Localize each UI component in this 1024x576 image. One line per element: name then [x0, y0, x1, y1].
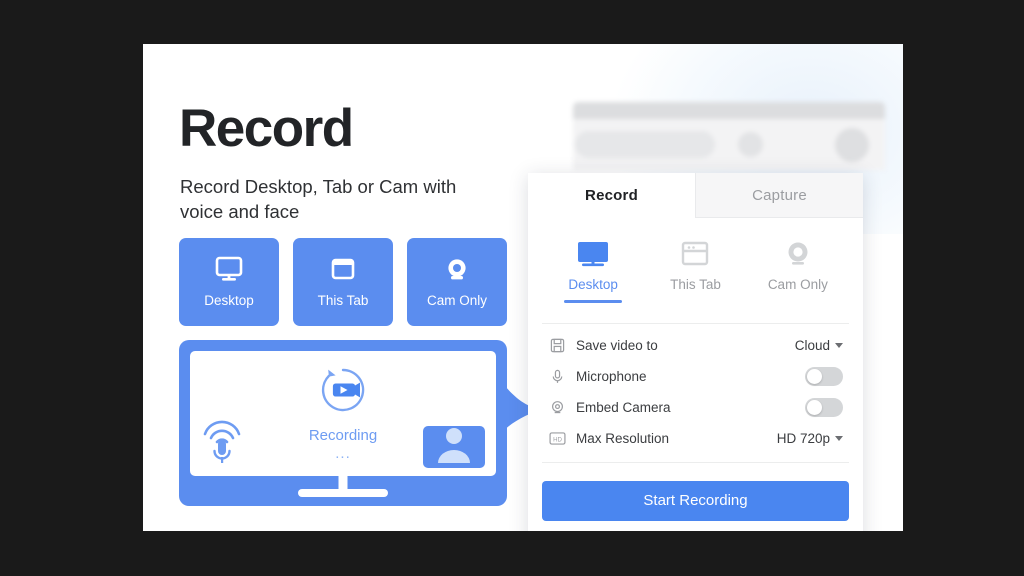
panel-tab-bar: Record Capture [528, 173, 863, 218]
setting-row-max-resolution[interactable]: HD Max Resolution HD 720p [542, 423, 849, 454]
video-camera-record-icon [317, 364, 369, 421]
panel-mode-label: Cam Only [767, 277, 828, 292]
content-card: Record Record Desktop, Tab or Cam with v… [143, 44, 903, 531]
recording-status-block: Recording ... [283, 364, 403, 462]
browser-profile-avatar [835, 128, 869, 162]
webcam-thumbnail [423, 426, 485, 468]
inactive-mode-underline [769, 300, 827, 303]
monitor-icon [214, 256, 244, 282]
save-target-dropdown[interactable]: Cloud [795, 338, 843, 353]
toggle-knob [807, 399, 822, 415]
page-subtitle: Record Desktop, Tab or Cam with voice an… [180, 176, 457, 223]
toggle-knob [807, 368, 822, 384]
browser-toolbar-dot [738, 132, 763, 157]
monitor-icon [576, 238, 610, 270]
browser-address-bar [575, 131, 715, 158]
start-recording-button[interactable]: Start Recording [542, 480, 849, 521]
setting-label: Microphone [576, 368, 647, 384]
panel-mode-desktop[interactable]: Desktop [542, 238, 644, 303]
active-mode-underline [564, 300, 623, 303]
microphone-waves-icon [201, 404, 243, 466]
webcam-icon [781, 238, 815, 270]
mode-card-label: This Tab [317, 293, 369, 308]
screenshot-canvas: Record Record Desktop, Tab or Cam with v… [0, 0, 1024, 576]
browser-titlebar [573, 102, 885, 119]
setting-label: Embed Camera [576, 399, 671, 415]
tab-capture-label: Capture [752, 186, 807, 204]
mode-card-label: Desktop [204, 293, 254, 308]
svg-text:HD: HD [553, 436, 562, 443]
setting-row-microphone[interactable]: Microphone [542, 361, 849, 392]
panel-mode-label: This Tab [670, 277, 721, 292]
hd-badge-icon: HD [546, 431, 568, 445]
recording-preview-illustration: Recording ... [179, 340, 507, 506]
tab-capture[interactable]: Capture [695, 173, 863, 217]
panel-mode-cam-only[interactable]: Cam Only [747, 238, 849, 303]
monitor-stand-base [298, 489, 388, 497]
setting-row-embed-camera[interactable]: Embed Camera [542, 392, 849, 423]
embed-camera-toggle[interactable] [805, 397, 843, 417]
person-avatar-icon [423, 426, 485, 468]
settings-list: Save video to Cloud Microphone Embed Cam… [542, 322, 849, 463]
mode-card-this-tab[interactable]: This Tab [293, 238, 393, 326]
recording-status-dots: ... [335, 445, 351, 462]
recording-status-label: Recording [308, 427, 378, 444]
mode-card-desktop[interactable]: Desktop [179, 238, 279, 326]
mode-card-group: Desktop This Tab Cam Only [179, 238, 507, 326]
chevron-down-icon [835, 435, 843, 441]
tab-record-label: Record [585, 186, 638, 204]
mode-card-cam-only[interactable]: Cam Only [407, 238, 507, 326]
panel-mode-label: Desktop [568, 277, 618, 292]
max-resolution-value: HD 720p [776, 430, 830, 446]
panel-mode-this-tab[interactable]: This Tab [644, 238, 746, 303]
browser-window-icon [328, 256, 358, 282]
panel-mode-selector: Desktop This Tab Cam Only [528, 218, 863, 309]
mode-card-label: Cam Only [426, 293, 487, 308]
save-target-value: Cloud [794, 337, 830, 353]
setting-label: Max Resolution [576, 430, 670, 446]
max-resolution-dropdown[interactable]: HD 720p [777, 431, 843, 446]
page-title: Record [179, 99, 354, 158]
chevron-down-icon [835, 342, 843, 348]
microphone-toggle[interactable] [805, 366, 843, 386]
microphone-icon [546, 369, 568, 384]
tab-record[interactable]: Record [528, 173, 695, 218]
webcam-icon [442, 256, 472, 282]
extension-popup-panel: Record Capture Desktop This Tab Cam Only… [528, 173, 863, 531]
setting-row-save-video-to[interactable]: Save video to Cloud [542, 330, 849, 361]
webcam-icon [546, 400, 568, 415]
setting-label: Save video to [576, 337, 658, 353]
floppy-save-icon [546, 338, 568, 353]
browser-window-icon [678, 238, 712, 270]
inactive-mode-underline [666, 300, 724, 303]
browser-chrome-backdrop [573, 102, 885, 170]
